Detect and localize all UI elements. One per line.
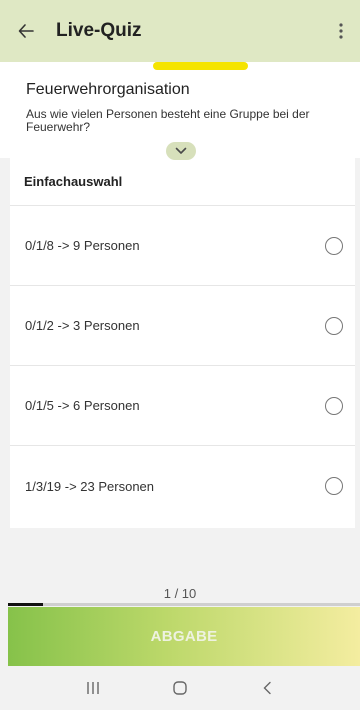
answer-option-label: 1/3/19 -> 23 Personen xyxy=(25,478,155,494)
more-vertical-icon xyxy=(339,23,343,39)
question-text: Aus wie vielen Personen besteht eine Gru… xyxy=(26,107,310,134)
recent-apps-button[interactable] xyxy=(73,668,113,708)
answer-option[interactable]: 0/1/8 -> 9 Personen xyxy=(10,206,355,286)
chevron-down-icon xyxy=(175,147,187,154)
answer-option[interactable]: 0/1/2 -> 3 Personen xyxy=(10,286,355,366)
answer-option-label: 0/1/8 -> 9 Personen xyxy=(25,238,140,253)
progress-indicator xyxy=(153,62,248,70)
chevron-left-icon xyxy=(263,681,271,695)
quiz-progress-fill xyxy=(8,603,44,606)
radio-button[interactable] xyxy=(325,316,343,335)
answer-option[interactable]: 1/3/19 -> 23 Personen xyxy=(10,446,355,526)
home-icon xyxy=(173,681,187,695)
back-button[interactable] xyxy=(2,0,50,62)
radio-button[interactable] xyxy=(325,477,343,495)
overflow-menu-button[interactable] xyxy=(326,0,356,62)
answer-option[interactable]: 0/1/5 -> 6 Personen xyxy=(10,366,355,446)
radio-button[interactable] xyxy=(325,396,343,415)
home-button[interactable] xyxy=(160,668,200,708)
collapse-question-button[interactable] xyxy=(166,142,196,160)
answer-card: Einfachauswahl 0/1/8 -> 9 Personen 0/1/2 … xyxy=(10,158,355,528)
arrow-left-icon xyxy=(18,24,34,38)
recent-apps-icon xyxy=(87,682,100,694)
system-nav-bar xyxy=(0,666,360,710)
answer-type-label: Einfachauswahl xyxy=(10,158,355,206)
question-title: Feuerwehrorganisation xyxy=(26,81,190,98)
quiz-progress-bar xyxy=(8,603,360,606)
answer-option-label: 0/1/2 -> 3 Personen xyxy=(25,318,140,333)
page-title: Live-Quiz xyxy=(56,20,142,41)
radio-button[interactable] xyxy=(325,236,343,255)
app-bar: Live-Quiz xyxy=(0,0,360,62)
answer-option-label: 0/1/5 -> 6 Personen xyxy=(25,398,140,413)
back-nav-button[interactable] xyxy=(247,668,287,708)
submit-button[interactable]: ABGABE xyxy=(8,607,360,666)
page-counter: 1 / 10 xyxy=(163,586,197,601)
